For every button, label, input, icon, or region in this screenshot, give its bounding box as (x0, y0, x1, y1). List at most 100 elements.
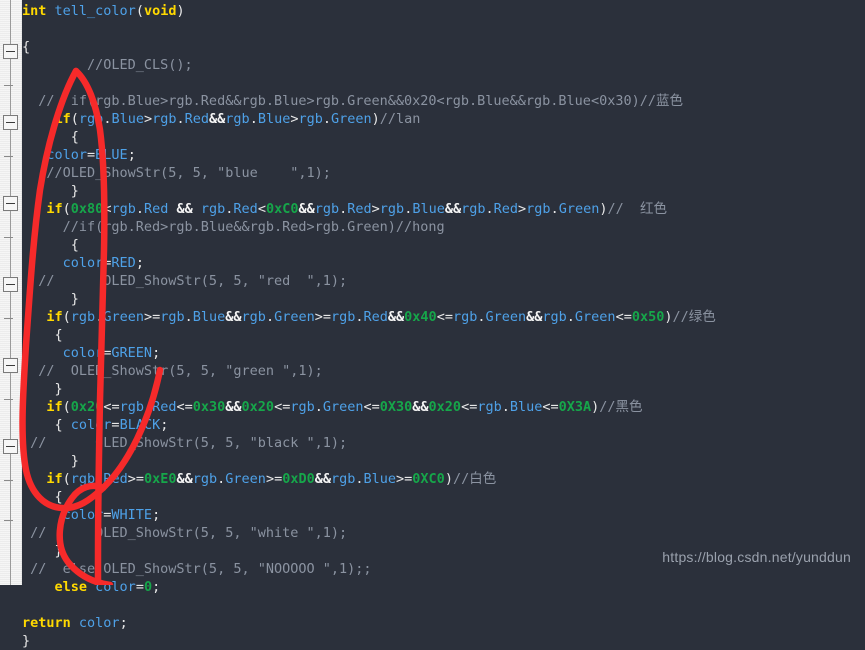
code-token: rgb (192, 471, 218, 487)
code-line: int tell_color(void) (22, 2, 865, 20)
code-token: // 红色 (607, 201, 667, 217)
code-line: return color; (22, 614, 865, 632)
code-token: rgb (477, 399, 502, 415)
code-token: Green (103, 309, 144, 325)
code-token: ) (371, 111, 380, 127)
code-token: rgb (379, 201, 405, 217)
fold-toggle-icon[interactable] (3, 196, 18, 211)
fold-toggle-icon[interactable] (3, 115, 18, 130)
code-token: <= (363, 399, 380, 415)
fold-toggle-icon[interactable] (3, 44, 18, 59)
code-token: } (22, 183, 79, 199)
code-token: 0x40 (404, 309, 437, 325)
code-token: Green (274, 309, 315, 325)
code-token: BLACK (119, 417, 161, 433)
code-token: rgb (330, 471, 356, 487)
code-token: Blue (363, 471, 397, 487)
code-token: 0xC0 (265, 201, 299, 217)
code-token: ) (444, 471, 453, 487)
code-line: { color=BLACK; (22, 416, 865, 434)
code-token: rgb (160, 309, 185, 325)
code-token: Blue (509, 399, 543, 415)
code-line: if(rgb.Green>=rgb.Blue&&rgb.Green>=rgb.R… (22, 308, 865, 326)
code-token: rgb (526, 201, 551, 217)
code-line: { (22, 326, 865, 344)
code-token: ; (160, 417, 169, 433)
code-token: && (298, 201, 315, 217)
code-token: <= (274, 399, 291, 415)
fold-tick-mark (4, 399, 13, 400)
code-token: GREEN (111, 345, 153, 361)
code-token: RED (111, 255, 136, 271)
code-token: { (22, 417, 71, 433)
code-token: ; (152, 507, 161, 523)
code-token: > (143, 111, 153, 127)
fold-toggle-icon[interactable] (3, 439, 18, 454)
code-token: Red (363, 309, 388, 325)
code-line: } (22, 290, 865, 308)
code-token: // else OLED_ShowStr(5, 5, "NOOOOO ",1);… (22, 561, 372, 577)
code-line: color=WHITE; (22, 506, 865, 524)
code-token: >= (143, 309, 161, 325)
code-token: rgb (241, 309, 266, 325)
code-token: } (22, 633, 31, 649)
code-token: 0x20 (241, 399, 275, 415)
code-token: <= (103, 399, 120, 415)
code-token: //lan (379, 111, 421, 127)
code-token: . (566, 309, 575, 325)
fold-tick-mark (4, 156, 13, 157)
code-token: ( (135, 3, 144, 19)
fold-toggle-icon[interactable] (3, 358, 18, 373)
code-line: color=RED; (22, 254, 865, 272)
code-token: return (22, 615, 71, 631)
code-token: Green (225, 471, 266, 487)
code-token: . (176, 111, 185, 127)
code-token: rgb (200, 201, 226, 217)
code-token: && (168, 201, 201, 217)
code-token: color (46, 147, 88, 163)
code-token: color (62, 507, 104, 523)
fold-tick-mark (4, 480, 13, 481)
code-token: 0 (143, 579, 153, 595)
code-token: { (22, 129, 79, 145)
code-line: //OLED_CLS(); (22, 56, 865, 74)
code-token: rgb (461, 201, 486, 217)
code-token: 0x20 (70, 399, 104, 415)
code-token: Blue (257, 111, 291, 127)
code-line: if(rgb.Red>=0xE0&&rgb.Green>=0xD0&&rgb.B… (22, 470, 865, 488)
code-token: rgb (119, 399, 144, 415)
code-token: . (550, 201, 559, 217)
code-token: Green (558, 201, 600, 217)
code-token: { (22, 489, 63, 505)
code-line: // OLED_ShowStr(5, 5, "red ",1); (22, 272, 865, 290)
code-editor-window[interactable]: int tell_color(void) { //OLED_CLS(); // … (0, 0, 865, 649)
code-token: if (46, 309, 63, 325)
code-line: //if(rgb.Red>rgb.Blue&&rgb.Red>rgb.Green… (22, 218, 865, 236)
code-line: //OLED_ShowStr(5, 5, "blue ",1); (22, 164, 865, 182)
code-text-area[interactable]: int tell_color(void) { //OLED_CLS(); // … (22, 0, 865, 649)
code-token: rgb (70, 471, 96, 487)
code-token: ( (62, 201, 71, 217)
code-token: && (225, 309, 242, 325)
fold-gutter[interactable] (0, 0, 22, 585)
code-token: rgb (290, 399, 315, 415)
code-token: //白色 (452, 471, 497, 487)
code-token: = (87, 147, 96, 163)
code-token: . (322, 111, 332, 127)
code-token: { (22, 327, 63, 343)
code-token: Red (493, 201, 519, 217)
code-token: // if(rgb.Blue>rgb.Red&&rgb.Blue>rgb.Gre… (22, 93, 683, 109)
code-token: 0x20 (428, 399, 462, 415)
code-token: Red (152, 399, 177, 415)
code-token: //绿色 (672, 309, 716, 325)
fold-toggle-icon[interactable] (3, 277, 18, 292)
code-token: 0X30 (379, 399, 413, 415)
code-token: { (22, 39, 31, 55)
